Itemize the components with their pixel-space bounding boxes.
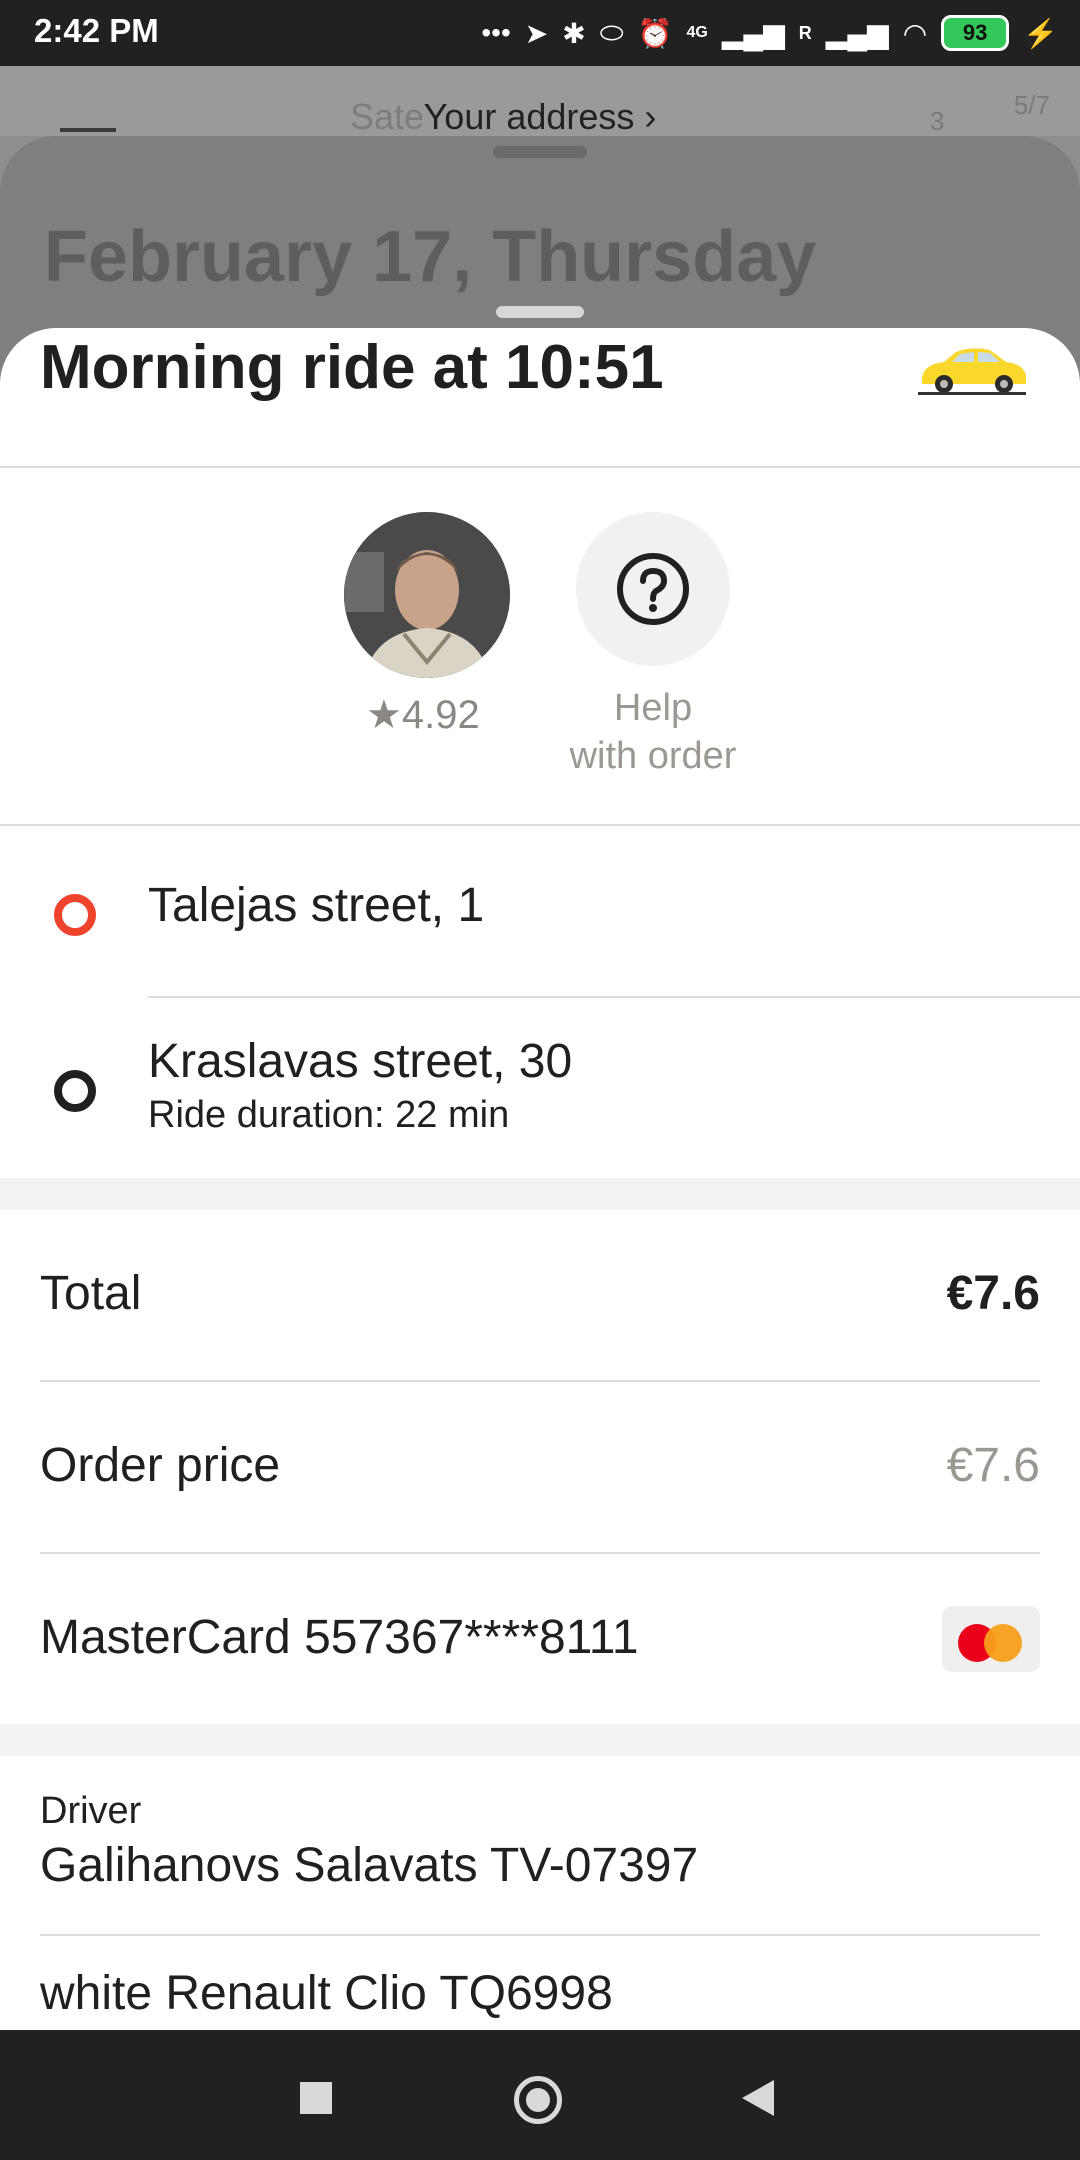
sheet-drag-handle[interactable] — [496, 306, 584, 318]
home-button[interactable] — [514, 2076, 562, 2124]
date-title: February 17, Thursday — [44, 217, 817, 297]
total-label: Total — [40, 1267, 142, 1320]
divider — [148, 996, 1080, 998]
signal-icon-2: ▂▄▆ — [825, 17, 889, 49]
signal-icon: ▂▄▆ — [721, 17, 785, 49]
destination-address[interactable]: Kraslavas street, 30 — [148, 1034, 572, 1089]
charging-icon: ⚡ — [1023, 17, 1058, 49]
section-gap — [0, 1178, 1080, 1210]
toggle-icon: ⬭ — [599, 16, 624, 48]
taxi-car-icon — [918, 348, 1026, 395]
destination-marker-icon — [54, 1070, 96, 1112]
address-link[interactable]: Your address › — [0, 96, 1080, 138]
back-card-handle — [493, 146, 587, 158]
divider — [40, 1552, 1040, 1554]
help-label-line1: Help — [613, 687, 693, 729]
battery-icon: 93 — [941, 15, 1010, 51]
driver-rating: ★4.92 — [366, 693, 480, 737]
divider — [40, 1934, 1040, 1936]
recents-button[interactable] — [300, 2082, 332, 2114]
driver-caption: Driver — [40, 1790, 142, 1832]
divider — [40, 1380, 1040, 1382]
ride-title: Morning ride at 10:51 — [40, 333, 664, 402]
bluetooth-icon: ✱ — [562, 17, 586, 49]
more-dots-icon: ••• — [481, 17, 511, 48]
status-bar: 2:42 PM ••• ➤ ✱ ⬭ ⏰ 4G ▂▄▆ R ▂▄▆ ◠ 93 ⚡ — [0, 0, 1080, 66]
back-button[interactable] — [742, 2080, 774, 2116]
question-icon — [617, 553, 689, 625]
driver-name: Galihanovs Salavats TV-07397 — [40, 1839, 699, 1892]
divider — [0, 824, 1080, 826]
system-nav-bar — [0, 2030, 1080, 2160]
wifi-icon: ◠ — [902, 17, 928, 49]
origin-address[interactable]: Talejas street, 1 — [148, 878, 484, 933]
payment-card-label[interactable]: MasterCard 557367****8111 — [40, 1610, 639, 1665]
help-button[interactable] — [576, 512, 730, 666]
alarm-icon: ⏰ — [637, 17, 673, 49]
signal-roaming-icon: R — [798, 22, 812, 43]
order-price-value: €7.6 — [946, 1439, 1040, 1492]
order-price-label: Order price — [40, 1439, 281, 1492]
divider — [0, 466, 1080, 468]
status-time: 2:42 PM — [34, 12, 159, 49]
mastercard-icon — [942, 1606, 1040, 1672]
origin-marker-icon — [54, 894, 96, 936]
location-icon: ➤ — [524, 17, 549, 49]
help-label-line2: with order — [569, 735, 737, 777]
ride-duration: Ride duration: 22 min — [148, 1094, 510, 1136]
help-label: Help with order — [540, 684, 766, 780]
status-icons: ••• ➤ ✱ ⬭ ⏰ 4G ▂▄▆ R ▂▄▆ ◠ 93 ⚡ — [481, 12, 1058, 54]
driver-avatar[interactable] — [344, 512, 510, 678]
car-description: white Renault Clio TQ6998 — [40, 1967, 613, 2020]
signal-4g-icon: 4G — [686, 24, 708, 41]
driver-photo-icon — [344, 512, 510, 678]
ride-details-sheet: Morning ride at 10:51 ★4.92 Help with or… — [0, 328, 1080, 2030]
total-value: €7.6 — [946, 1267, 1040, 1320]
section-gap — [0, 1724, 1080, 1756]
